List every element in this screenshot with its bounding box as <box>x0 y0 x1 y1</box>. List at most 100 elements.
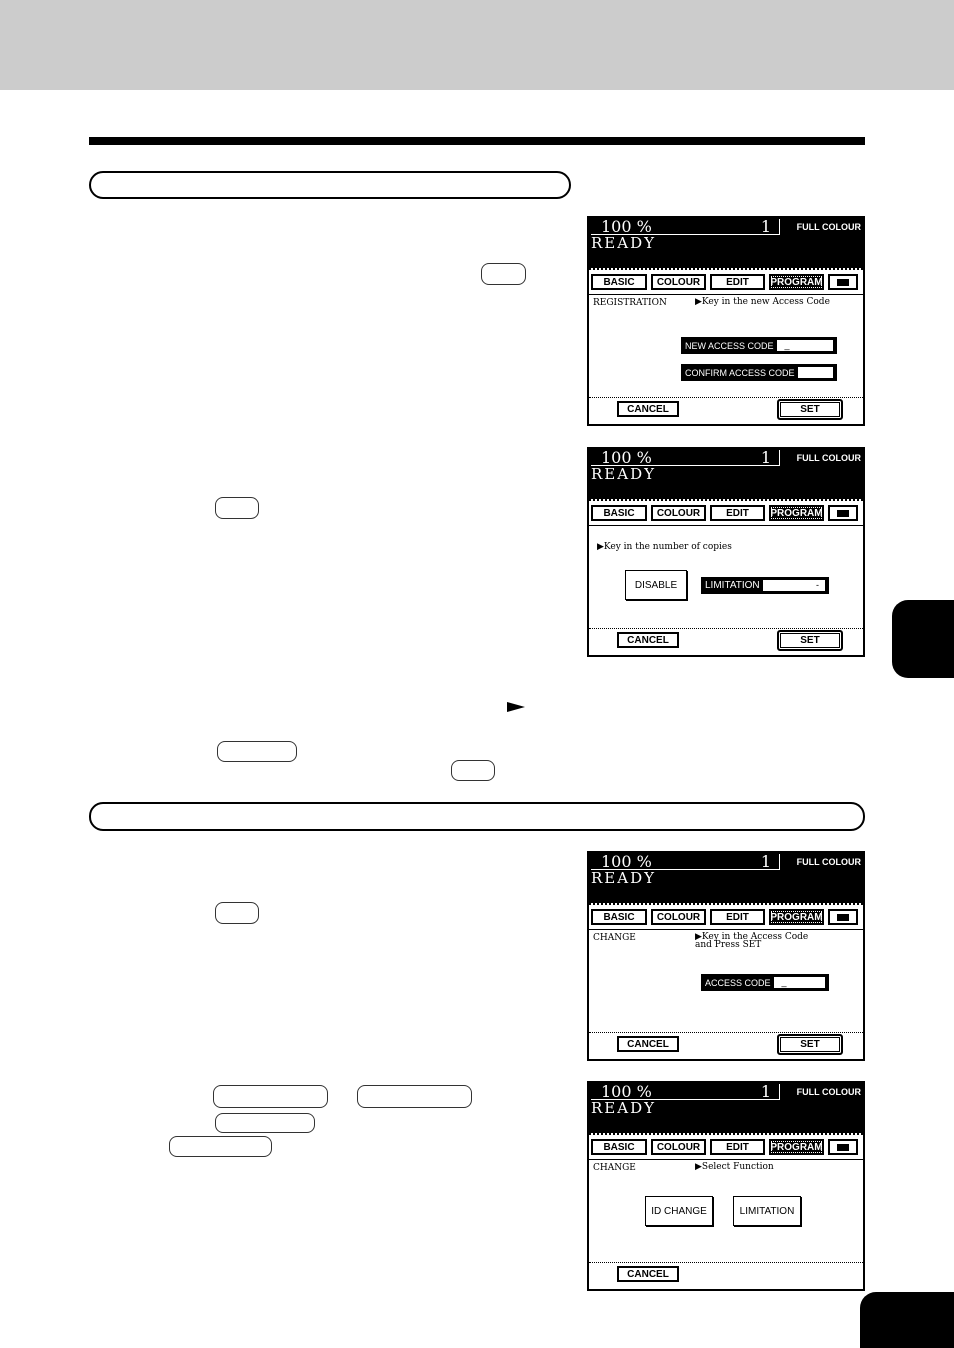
tab-edit[interactable]: EDIT <box>710 1139 765 1155</box>
field-label: ACCESS CODE <box>705 977 771 988</box>
copy-count: 1 <box>760 1082 771 1101</box>
tab-bar: BASIC COLOUR EDIT PROGRAM <box>589 903 863 929</box>
tab-basic[interactable]: BASIC <box>591 274 647 290</box>
set-button[interactable]: SET <box>777 630 843 651</box>
limitation-button[interactable]: LIMITATION <box>733 1196 801 1226</box>
tab-keyboard[interactable] <box>828 505 858 521</box>
tab-edit[interactable]: EDIT <box>710 274 765 290</box>
lcd-body: CHANGE ▶Select Function ID CHANGE LIMITA… <box>589 1159 863 1262</box>
lcd-header: 100 % 1 FULL COLOUR READY <box>589 1083 863 1133</box>
status-text: READY <box>591 869 657 887</box>
lcd-footer: CANCEL SET <box>589 628 863 655</box>
tab-bar: BASIC COLOUR EDIT PROGRAM <box>589 268 863 294</box>
tab-keyboard[interactable] <box>828 909 858 925</box>
prompt-message: ▶Key in the number of copies <box>597 542 732 552</box>
tab-colour[interactable]: COLOUR <box>651 909 706 925</box>
prompt-message: ▶Select Function <box>695 1162 774 1172</box>
arrow-right-icon <box>507 702 525 712</box>
tab-colour[interactable]: COLOUR <box>651 1139 706 1155</box>
cancel-button[interactable]: CANCEL <box>617 632 679 648</box>
limitation-field[interactable]: LIMITATION - <box>701 577 829 594</box>
tab-basic[interactable]: BASIC <box>591 505 647 521</box>
lcd-header: 100 % 1 FULL COLOUR READY <box>589 218 863 268</box>
key-symbol-wide <box>213 1085 328 1108</box>
field-label: LIMITATION <box>705 580 760 591</box>
confirm-access-code-field[interactable]: CONFIRM ACCESS CODE <box>681 364 837 381</box>
status-text: READY <box>591 465 657 483</box>
set-button[interactable]: SET <box>777 399 843 420</box>
lcd-body: CHANGE ▶Key in the Access Code and Press… <box>589 929 863 1032</box>
page-number-tab <box>860 1292 954 1348</box>
status-text: READY <box>591 1099 657 1117</box>
disable-button[interactable]: DISABLE <box>625 570 687 600</box>
section-heading-2 <box>89 802 865 831</box>
key-symbol <box>215 497 259 519</box>
tab-basic[interactable]: BASIC <box>591 1139 647 1155</box>
lcd-panel-change-code: 100 % 1 FULL COLOUR READY BASIC COLOUR E… <box>587 851 865 1061</box>
chapter-tab <box>892 600 954 678</box>
prompt-message-line2: and Press SET <box>695 940 762 950</box>
keyboard-icon <box>837 1143 849 1151</box>
tab-program[interactable]: PROGRAM <box>769 1139 824 1155</box>
tab-edit[interactable]: EDIT <box>710 505 765 521</box>
set-button[interactable]: SET <box>777 1034 843 1055</box>
lcd-panel-registration: 100 % 1 FULL COLOUR READY BASIC COLOUR E… <box>587 216 865 426</box>
lcd-body: ▶Key in the number of copies DISABLE LIM… <box>589 525 863 628</box>
colour-mode: FULL COLOUR <box>796 222 861 232</box>
tab-program[interactable]: PROGRAM <box>769 909 824 925</box>
tab-keyboard[interactable] <box>828 274 858 290</box>
field-value: _ <box>776 340 833 351</box>
tab-colour[interactable]: COLOUR <box>651 505 706 521</box>
tab-program[interactable]: PROGRAM <box>769 274 824 290</box>
key-symbol-wide <box>357 1085 472 1108</box>
field-value <box>797 367 833 378</box>
copy-count: 1 <box>760 852 771 871</box>
zoom-ratio: 100 % <box>601 217 652 236</box>
section-heading-1 <box>89 171 571 199</box>
lcd-body: REGISTRATION ▶Key in the new Access Code… <box>589 294 863 397</box>
new-access-code-field[interactable]: NEW ACCESS CODE _ <box>681 337 837 354</box>
lcd-panel-limitation: 100 % 1 FULL COLOUR READY BASIC COLOUR E… <box>587 447 865 657</box>
tab-edit[interactable]: EDIT <box>710 909 765 925</box>
id-change-button[interactable]: ID CHANGE <box>645 1196 713 1226</box>
cancel-button[interactable]: CANCEL <box>617 1266 679 1282</box>
zoom-ratio: 100 % <box>601 1082 652 1101</box>
key-symbol-wide <box>169 1136 272 1157</box>
keyboard-icon <box>837 913 849 921</box>
screen-label: REGISTRATION <box>593 298 667 308</box>
section-rule <box>89 137 865 145</box>
keyboard-icon <box>837 509 849 517</box>
tab-colour[interactable]: COLOUR <box>651 274 706 290</box>
ratio-display: 100 % 1 <box>591 854 780 870</box>
colour-mode: FULL COLOUR <box>796 453 861 463</box>
status-text: READY <box>591 234 657 252</box>
ratio-display: 100 % 1 <box>591 450 780 466</box>
key-symbol <box>215 902 259 924</box>
lcd-footer: CANCEL SET <box>589 397 863 424</box>
key-symbol-wide <box>217 741 297 762</box>
copy-count: 1 <box>760 448 771 467</box>
tab-keyboard[interactable] <box>828 1139 858 1155</box>
tab-bar: BASIC COLOUR EDIT PROGRAM <box>589 1133 863 1159</box>
zoom-ratio: 100 % <box>601 852 652 871</box>
tab-basic[interactable]: BASIC <box>591 909 647 925</box>
access-code-field[interactable]: ACCESS CODE _ <box>701 974 829 991</box>
lcd-header: 100 % 1 FULL COLOUR READY <box>589 853 863 903</box>
colour-mode: FULL COLOUR <box>796 1087 861 1097</box>
copy-count: 1 <box>760 217 771 236</box>
header-band <box>0 0 954 90</box>
zoom-ratio: 100 % <box>601 448 652 467</box>
key-symbol <box>451 760 495 781</box>
cancel-button[interactable]: CANCEL <box>617 401 679 417</box>
keyboard-icon <box>837 278 849 286</box>
field-label: NEW ACCESS CODE <box>685 340 774 351</box>
field-value: - <box>762 580 825 591</box>
field-value: _ <box>773 977 825 988</box>
lcd-footer: CANCEL SET <box>589 1032 863 1059</box>
ratio-display: 100 % 1 <box>591 219 780 235</box>
colour-mode: FULL COLOUR <box>796 857 861 867</box>
lcd-panel-select-function: 100 % 1 FULL COLOUR READY BASIC COLOUR E… <box>587 1081 865 1291</box>
lcd-header: 100 % 1 FULL COLOUR READY <box>589 449 863 499</box>
tab-program[interactable]: PROGRAM <box>769 505 824 521</box>
cancel-button[interactable]: CANCEL <box>617 1036 679 1052</box>
